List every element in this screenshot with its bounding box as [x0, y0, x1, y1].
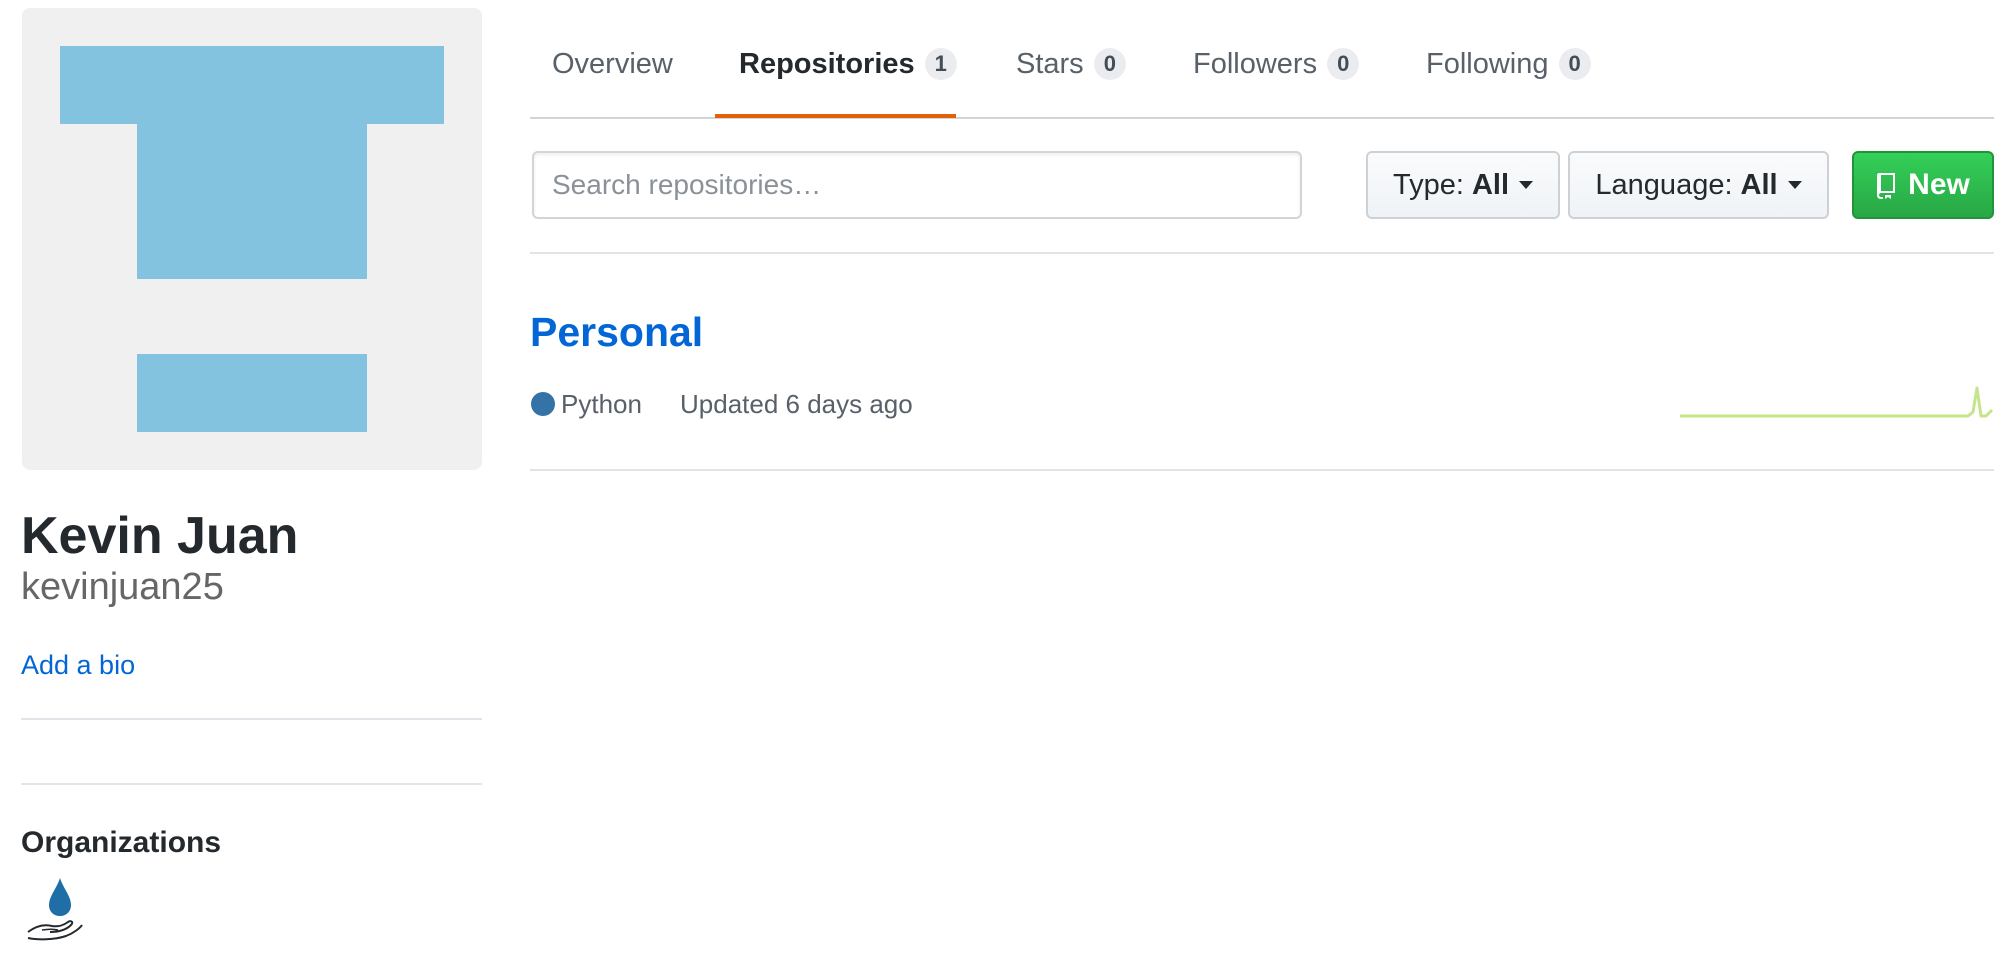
- following-count-badge: 0: [1558, 48, 1591, 80]
- activity-sparkline: [1680, 386, 1993, 418]
- filter-divider: [530, 252, 1994, 254]
- repositories-count-badge: 1: [924, 48, 957, 80]
- language-filter-label: Language:: [1595, 168, 1733, 201]
- language-filter-value: All: [1740, 168, 1778, 201]
- type-filter-value: All: [1471, 168, 1509, 201]
- language-color-dot: [531, 392, 555, 416]
- selected-tab-indicator: [715, 114, 956, 118]
- stars-count-badge: 0: [1093, 48, 1126, 80]
- new-repository-button[interactable]: New: [1852, 151, 1994, 219]
- tab-overview-label: Overview: [552, 47, 673, 80]
- repo-language: Python: [561, 389, 642, 419]
- identicon: [60, 46, 444, 432]
- tab-stars[interactable]: Stars 0: [1016, 38, 1126, 90]
- followers-count-badge: 0: [1327, 48, 1360, 80]
- repo-book-icon: [1877, 173, 1896, 199]
- caret-down-icon: [1519, 181, 1533, 189]
- tab-following[interactable]: Following 0: [1426, 38, 1591, 90]
- language-filter-dropdown[interactable]: Language: All: [1568, 151, 1829, 219]
- profile-full-name: Kevin Juan: [21, 507, 299, 565]
- repo-divider: [530, 469, 1994, 471]
- tab-following-label: Following: [1426, 47, 1549, 80]
- add-bio-link[interactable]: Add a bio: [21, 648, 135, 682]
- search-repositories-input[interactable]: [532, 151, 1302, 219]
- tab-followers-label: Followers: [1193, 47, 1318, 80]
- repo-name-link[interactable]: Personal: [530, 308, 703, 356]
- tab-overview[interactable]: Overview: [552, 38, 673, 90]
- user-avatar[interactable]: [22, 8, 482, 470]
- type-filter-label: Type:: [1393, 168, 1464, 201]
- profile-username: kevinjuan25: [21, 566, 224, 608]
- divider: [21, 783, 482, 785]
- tab-stars-label: Stars: [1016, 47, 1084, 80]
- new-button-label: New: [1908, 168, 1970, 201]
- tab-repositories-label: Repositories: [739, 47, 915, 80]
- repo-updated-time: Updated 6 days ago: [680, 389, 913, 419]
- organizations-heading: Organizations: [21, 826, 222, 859]
- divider: [21, 718, 482, 720]
- tab-followers[interactable]: Followers 0: [1193, 38, 1360, 90]
- type-filter-dropdown[interactable]: Type: All: [1366, 151, 1560, 219]
- water-drop-hand-icon: [27, 878, 83, 941]
- caret-down-icon: [1787, 181, 1802, 189]
- organization-avatar[interactable]: [24, 876, 84, 942]
- tab-repositories[interactable]: Repositories 1: [739, 38, 957, 90]
